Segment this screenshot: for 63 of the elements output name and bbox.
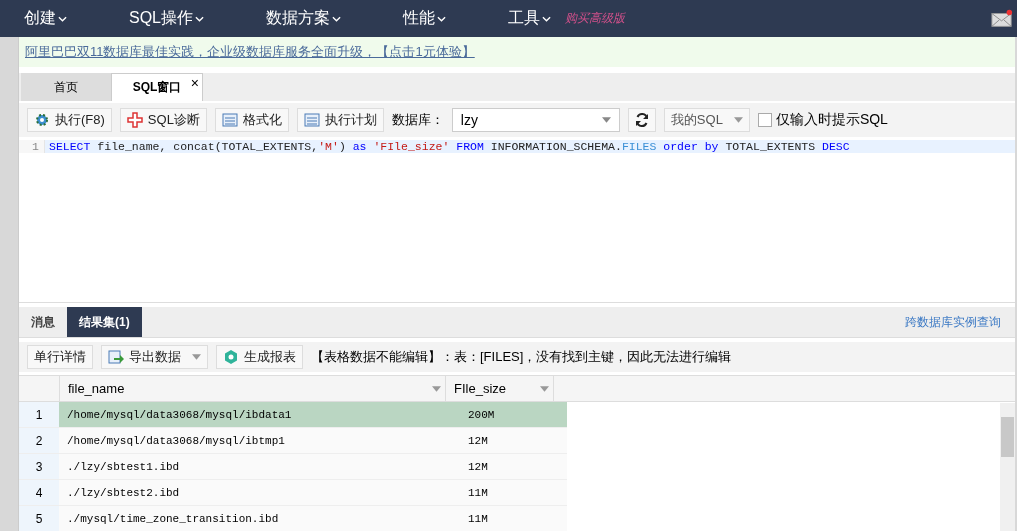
toolbar-button[interactable]: SQL诊断 bbox=[119, 108, 207, 132]
row-number: 2 bbox=[19, 428, 59, 453]
checkbox-label: 仅输入时提示SQL bbox=[775, 111, 888, 129]
nav-menu[interactable]: SQL操作 bbox=[129, 8, 204, 29]
table-cell: /home/mysql/data3068/mysql/ibdata1 bbox=[59, 402, 460, 427]
nav-menu[interactable]: 创建 bbox=[24, 8, 67, 29]
tab[interactable]: 首页 bbox=[21, 73, 111, 101]
toolbar-button[interactable]: 单行详情 bbox=[27, 345, 93, 369]
database-label: 数据库： bbox=[391, 111, 444, 129]
hexagon-icon bbox=[223, 349, 239, 365]
tab[interactable]: SQL窗口 × bbox=[111, 73, 203, 101]
tab[interactable]: 消息 bbox=[19, 307, 67, 337]
dropdown-icon bbox=[540, 385, 549, 392]
refresh-icon bbox=[633, 112, 650, 128]
table-cell-text: 12M bbox=[467, 433, 489, 449]
line-number: 1 bbox=[19, 140, 45, 153]
row-number: 3 bbox=[19, 454, 59, 479]
dropdown-icon bbox=[432, 385, 441, 392]
list-icon bbox=[221, 112, 238, 128]
nav-menu[interactable]: 性能 bbox=[403, 8, 446, 29]
close-icon[interactable]: × bbox=[190, 75, 199, 91]
scroll-thumb[interactable] bbox=[1001, 417, 1014, 457]
table-cell-text: 11M bbox=[467, 511, 489, 527]
nav-menu[interactable]: 工具 bbox=[508, 8, 551, 29]
checkbox[interactable] bbox=[757, 113, 772, 127]
dropdown-icon bbox=[733, 117, 743, 123]
caret-icon bbox=[332, 15, 341, 22]
table-cell-text: ./lzy/sbtest2.ibd bbox=[66, 485, 181, 501]
table-cell-text: ./lzy/sbtest1.ibd bbox=[66, 459, 181, 475]
refresh-button[interactable] bbox=[627, 108, 656, 132]
toolbar-button[interactable]: 执行计划 bbox=[296, 108, 384, 132]
scrollbar[interactable] bbox=[1000, 403, 1015, 531]
cross-db-query-link[interactable]: 跨数据库实例查询 bbox=[905, 313, 1001, 331]
toolbar-button[interactable]: 执行(F8) bbox=[27, 108, 112, 132]
gear-icon bbox=[34, 112, 50, 128]
cross-icon bbox=[126, 112, 143, 128]
row-number: 5 bbox=[19, 506, 59, 531]
row-number: 1 bbox=[19, 402, 59, 427]
promo-banner-link[interactable]: 阿里巴巴双11数据库最佳实践，企业级数据库服务全面升级，【点击1元体验】 bbox=[25, 43, 475, 61]
mail-icon[interactable] bbox=[991, 8, 1013, 29]
table-cell: 200M bbox=[460, 402, 567, 427]
edit-notice: 【表格数据不能编辑】：表：[FILES]，没有找到主键，因此无法进行编辑 bbox=[311, 348, 732, 366]
table-cell-text: /home/mysql/data3068/mysql/ibtmp1 bbox=[66, 433, 286, 449]
database-select[interactable]: lzy bbox=[451, 108, 620, 132]
table-cell-text: ./mysql/time_zone_transition.ibd bbox=[66, 511, 280, 527]
list-icon bbox=[303, 112, 320, 128]
row-number: 4 bbox=[19, 480, 59, 505]
column-header[interactable]: FIle_size bbox=[446, 376, 554, 401]
my-sql-dropdown[interactable]: 我的SQL bbox=[663, 108, 750, 132]
caret-icon bbox=[437, 15, 446, 22]
column-header[interactable]: file_name bbox=[60, 376, 446, 401]
table-cell-text: 12M bbox=[467, 459, 489, 475]
toolbar-button[interactable]: 格式化 bbox=[214, 108, 289, 132]
caret-icon bbox=[542, 15, 551, 22]
caret-icon bbox=[195, 15, 204, 22]
toolbar-button[interactable]: 生成报表 bbox=[216, 345, 303, 369]
tab[interactable]: 结果集(1) bbox=[67, 307, 142, 337]
table-cell-text: 11M bbox=[467, 485, 489, 501]
caret-icon bbox=[58, 15, 67, 22]
nav-menu[interactable]: 数据方案 bbox=[266, 8, 341, 29]
dropdown-icon bbox=[601, 117, 611, 123]
toolbar-button[interactable]: 导出数据 bbox=[101, 345, 208, 369]
export-icon bbox=[108, 349, 124, 365]
